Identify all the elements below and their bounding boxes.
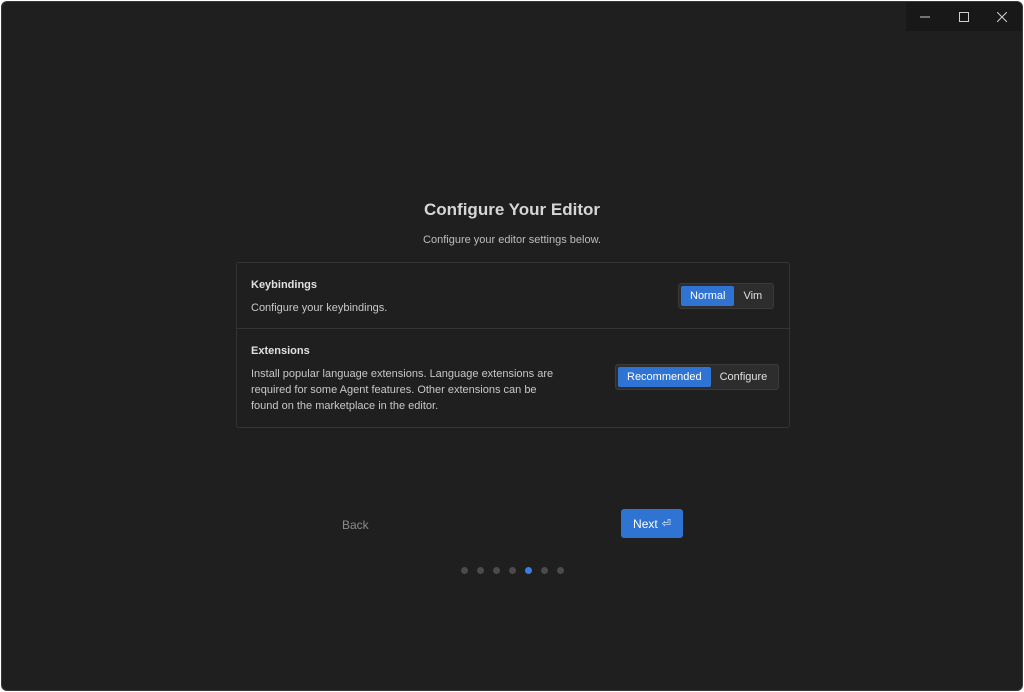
maximize-button[interactable] — [945, 2, 984, 31]
enter-key-icon: ⏎ — [661, 518, 671, 530]
keybindings-description: Configure your keybindings. — [251, 302, 388, 314]
extensions-toggle: Recommended Configure — [615, 364, 780, 390]
extensions-row: Extensions Install popular language exte… — [237, 329, 789, 427]
step-dot-2 — [476, 567, 484, 574]
step-indicator — [2, 567, 1022, 574]
settings-panel: Keybindings Configure your keybindings. … — [236, 262, 790, 428]
next-button[interactable]: Next ⏎ — [621, 509, 683, 538]
minimize-button[interactable] — [906, 2, 945, 31]
step-dot-7 — [556, 567, 564, 574]
step-dot-3 — [492, 567, 500, 574]
keybindings-row: Keybindings Configure your keybindings. … — [237, 263, 789, 329]
step-dot-4 — [508, 567, 516, 574]
page-subtitle: Configure your editor settings below. — [423, 234, 601, 246]
extensions-option-recommended[interactable]: Recommended — [618, 367, 711, 387]
keybindings-toggle: Normal Vim — [678, 283, 775, 309]
keybindings-title: Keybindings — [251, 279, 318, 291]
keybindings-option-vim[interactable]: Vim — [734, 286, 771, 306]
window-caption-controls — [906, 2, 1022, 31]
minimize-icon — [920, 16, 931, 17]
step-dot-1 — [460, 567, 468, 574]
app-window: Configure Your Editor Configure your edi… — [1, 1, 1023, 691]
step-dot-6 — [540, 567, 548, 574]
keybindings-option-normal[interactable]: Normal — [681, 286, 735, 306]
page-title: Configure Your Editor — [424, 200, 600, 219]
back-button[interactable]: Back — [342, 518, 369, 532]
extensions-option-configure[interactable]: Configure — [711, 367, 777, 387]
close-icon — [997, 11, 1008, 22]
next-button-label: Next — [633, 516, 658, 531]
extensions-title: Extensions — [251, 345, 310, 357]
maximize-icon — [958, 11, 969, 22]
close-button[interactable] — [983, 2, 1022, 31]
extensions-description: Install popular language extensions. Lan… — [251, 368, 554, 412]
step-dot-5 — [524, 567, 532, 574]
